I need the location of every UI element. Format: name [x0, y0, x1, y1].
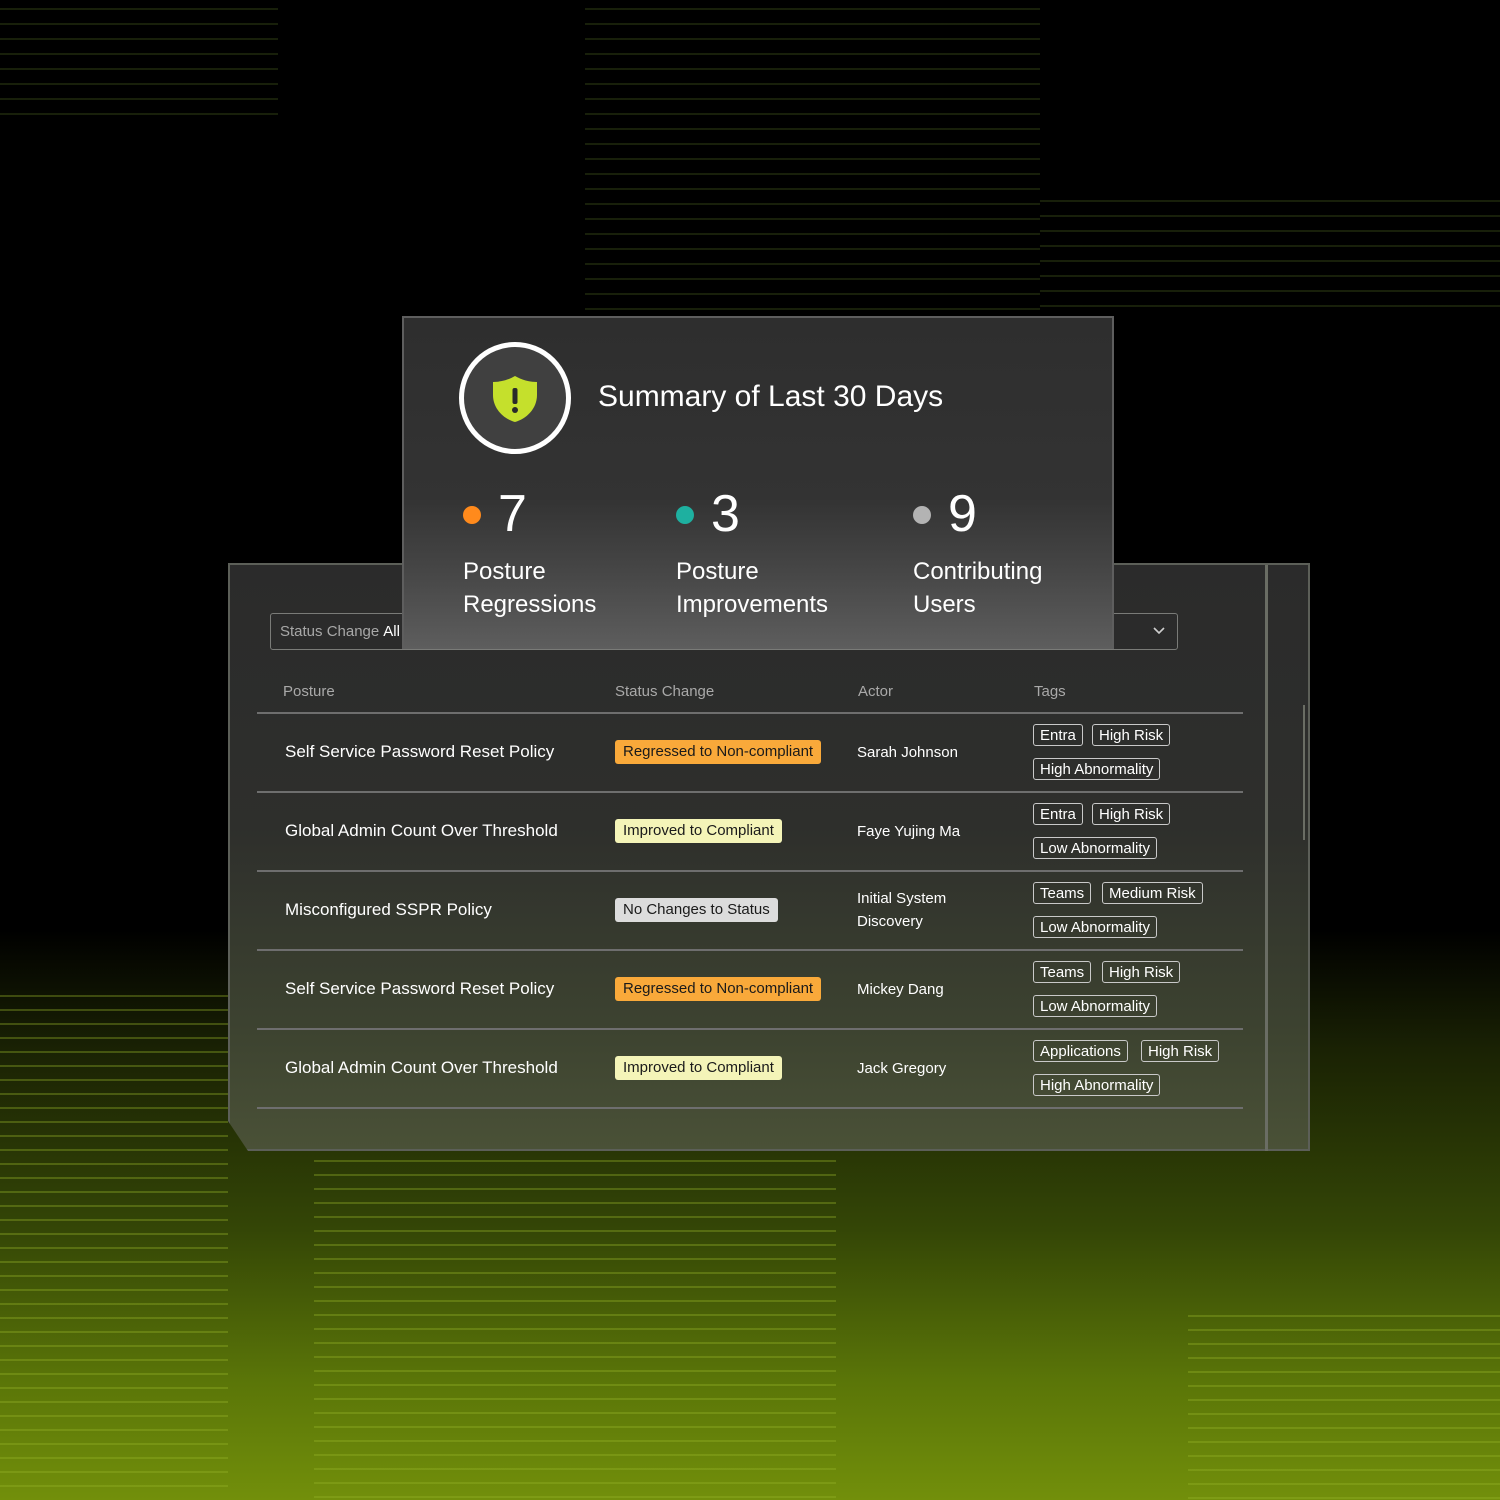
tag-chip[interactable]: High Abnormality [1033, 758, 1161, 780]
status-badge: Regressed to Non-compliant [615, 740, 822, 764]
background-stripes [314, 1160, 836, 1500]
users-dot [913, 506, 931, 524]
tag-chip[interactable]: High Risk [1141, 1040, 1220, 1062]
table-row-actor: Faye Yujing Ma [857, 823, 961, 840]
tag-chip[interactable]: Teams [1033, 882, 1092, 904]
label-line: Users [913, 591, 976, 618]
background-stripes [0, 8, 278, 120]
table-row-posture[interactable]: Self Service Password Reset Policy [285, 979, 554, 999]
chevron-down-icon [1153, 627, 1165, 635]
table-divider [257, 1028, 1243, 1030]
tag-chip[interactable]: High Risk [1102, 961, 1181, 983]
table-row-actor: Initial System Discovery [857, 890, 947, 930]
shield-alert-icon [493, 376, 537, 422]
column-header-actor[interactable]: Actor [858, 683, 893, 700]
tag-chip[interactable]: Low Abnormality [1033, 916, 1158, 938]
improvements-label: Posture Improvements [676, 555, 876, 621]
column-header-status-change[interactable]: Status Change [615, 683, 714, 700]
tag-chip[interactable]: High Risk [1092, 803, 1171, 825]
table-divider [257, 791, 1243, 793]
filter-label: Status Change [280, 623, 380, 640]
tag-chip[interactable]: High Risk [1092, 724, 1171, 746]
table-row-actor: Sarah Johnson [857, 744, 958, 761]
tag-chip[interactable]: Applications [1033, 1040, 1128, 1062]
background-stripes [1040, 200, 1500, 310]
improvements-dot [676, 506, 694, 524]
table-divider [257, 712, 1243, 714]
status-badge: Improved to Compliant [615, 1056, 782, 1080]
table-divider [257, 949, 1243, 951]
column-header-tags[interactable]: Tags [1034, 683, 1066, 700]
regressions-count: 7 [498, 485, 527, 543]
tag-chip[interactable]: Medium Risk [1102, 882, 1203, 904]
status-badge: Improved to Compliant [615, 819, 782, 843]
column-header-posture[interactable]: Posture [283, 683, 335, 700]
label-line: Contributing [913, 558, 1043, 585]
improvements-count: 3 [711, 485, 740, 543]
table-row-actor: Mickey Dang [857, 981, 944, 998]
tag-chip[interactable]: Entra [1033, 724, 1083, 746]
label-line: Posture [463, 558, 546, 585]
filter-value: All [383, 623, 400, 640]
table-row-posture[interactable]: Global Admin Count Over Threshold [285, 1058, 558, 1078]
tag-chip[interactable]: Entra [1033, 803, 1083, 825]
table-divider [257, 1107, 1243, 1109]
tag-chip[interactable]: Teams [1033, 961, 1092, 983]
table-row-posture[interactable]: Misconfigured SSPR Policy [285, 900, 492, 920]
users-count: 9 [948, 485, 977, 543]
label-line: Regressions [463, 591, 597, 618]
background-stripes [1188, 1315, 1500, 1500]
background-stripes [0, 995, 228, 1495]
regressions-label: Posture Regressions [463, 555, 663, 621]
table-row-posture[interactable]: Global Admin Count Over Threshold [285, 821, 558, 841]
panel-edge-notch [1303, 705, 1313, 840]
background-stripes [585, 8, 1040, 313]
label-line: Improvements [676, 591, 829, 618]
table-row-actor: Jack Gregory [857, 1060, 947, 1077]
table-divider [257, 870, 1243, 872]
tag-chip[interactable]: Low Abnormality [1033, 837, 1158, 859]
table-row-posture[interactable]: Self Service Password Reset Policy [285, 742, 554, 762]
tag-chip[interactable]: High Abnormality [1033, 1074, 1161, 1096]
users-label: Contributing Users [913, 555, 1113, 621]
regressions-dot [463, 506, 481, 524]
tag-chip[interactable]: Low Abnormality [1033, 995, 1158, 1017]
status-badge: No Changes to Status [615, 898, 778, 922]
summary-title: Summary of Last 30 Days [598, 380, 944, 413]
status-badge: Regressed to Non-compliant [615, 977, 822, 1001]
panel-scrollbar[interactable] [1265, 565, 1268, 1151]
label-line: Posture [676, 558, 759, 585]
